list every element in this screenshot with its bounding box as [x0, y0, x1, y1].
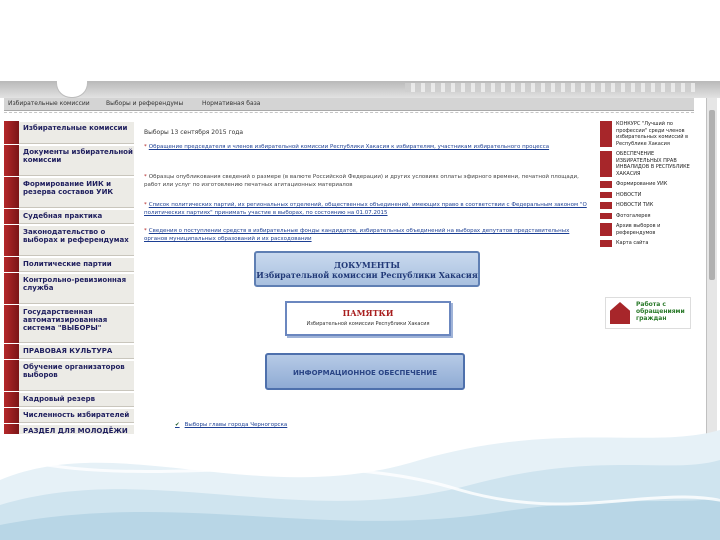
sidebar-item[interactable]: Законодательство о выборах и референдума…	[4, 225, 134, 256]
header-decoration	[405, 83, 695, 92]
right-menu-item[interactable]: Карта сайта	[600, 240, 700, 247]
right-menu-item[interactable]: НОВОСТИ ТИК	[600, 202, 700, 209]
sidebar-item[interactable]: Обучение организаторов выборов	[4, 360, 134, 391]
right-menu-item[interactable]: КОНКУРС "Лучший по профессии" среди член…	[600, 121, 700, 147]
info-support-banner[interactable]: ИНФОРМАЦИОННОЕ ОБЕСПЕЧЕНИЕ	[265, 353, 465, 390]
nav-tab-legislation[interactable]: Нормативная база	[202, 100, 261, 107]
main-content: Выборы 13 сентября 2015 года * Обращение …	[144, 129, 590, 242]
emblem-logo[interactable]	[56, 81, 88, 98]
sidebar-item[interactable]: Избирательные комиссии	[4, 121, 134, 144]
right-menu-item[interactable]: Формирование УИК	[600, 181, 700, 188]
house-icon	[610, 302, 630, 324]
memo-banner[interactable]: ПАМЯТКИ Избирательной комиссии Республик…	[285, 301, 451, 336]
divider	[4, 112, 694, 113]
sidebar-item[interactable]: Политические партии	[4, 257, 134, 272]
left-sidebar: Избирательные комиссии Документы избират…	[4, 121, 134, 434]
news-item[interactable]: * Сведения о поступлении средств в избира…	[144, 227, 590, 243]
top-navigation: Избирательные комиссии Выборы и референд…	[4, 98, 694, 111]
sidebar-item[interactable]: Документы избирательной комиссии	[4, 145, 134, 176]
sidebar-item[interactable]: ПРАВОВАЯ КУЛЬТУРА	[4, 344, 134, 359]
slide-decoration	[0, 420, 720, 540]
news-item[interactable]: * Образцы опубликования сведений о размер…	[144, 173, 590, 189]
site-header	[0, 81, 720, 98]
sidebar-item[interactable]: Контрольно-ревизионная служба	[4, 273, 134, 304]
documents-banner[interactable]: ДОКУМЕНТЫ Избирательной комиссии Республ…	[254, 251, 480, 287]
nav-tab-commissions[interactable]: Избирательные комиссии	[8, 100, 90, 107]
sidebar-item[interactable]: Государственная автоматизированная систе…	[4, 305, 134, 343]
scrollbar[interactable]	[706, 98, 717, 434]
right-menu-item[interactable]: ОБЕСПЕЧЕНИЕ ИЗБИРАТЕЛЬНЫХ ПРАВ ИНВАЛИДОВ…	[600, 151, 700, 177]
sidebar-item[interactable]: Кадровый резерв	[4, 392, 134, 407]
news-item[interactable]: * Обращение председателя и членов избират…	[144, 143, 590, 151]
appeals-logo[interactable]: Работа с обращениями граждан	[605, 297, 691, 329]
sidebar-item[interactable]: Судебная практика	[4, 209, 134, 224]
news-item[interactable]: * Список политических партий, их регионал…	[144, 201, 590, 217]
right-menu-item[interactable]: Фотогалерея	[600, 212, 700, 219]
nav-tab-elections[interactable]: Выборы и референдумы	[106, 100, 183, 107]
sidebar-item[interactable]: Формирование ИИК и резерва составов УИК	[4, 177, 134, 208]
screenshot-frame: Избирательные комиссии Выборы и референд…	[0, 81, 720, 434]
right-sidebar: КОНКУРС "Лучший по профессии" среди член…	[600, 121, 700, 251]
scrollbar-thumb[interactable]	[709, 110, 715, 280]
right-menu-item[interactable]: НОВОСТИ	[600, 191, 700, 198]
right-menu-item[interactable]: Архив выборов и референдумов	[600, 223, 700, 236]
page-title: Выборы 13 сентября 2015 года	[144, 129, 244, 136]
